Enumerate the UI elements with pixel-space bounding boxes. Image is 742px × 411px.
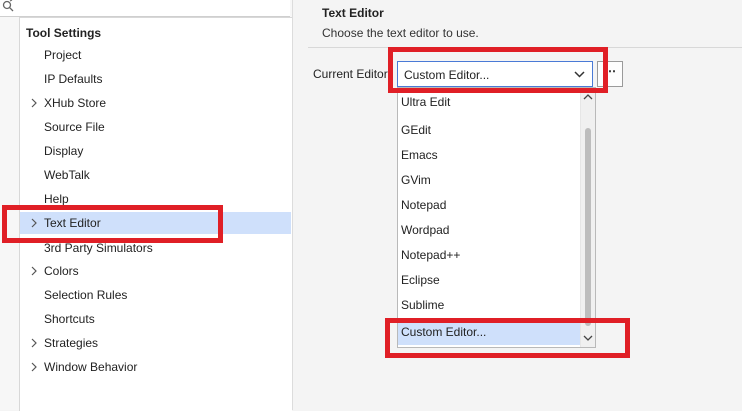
dropdown-option[interactable]: Notepad++ bbox=[398, 243, 581, 268]
tree-item-label: Text Editor bbox=[44, 216, 101, 230]
tree-item-label: Source File bbox=[44, 120, 105, 134]
dropdown-option[interactable]: GVim bbox=[398, 168, 581, 193]
tree-item-label: Project bbox=[44, 48, 82, 62]
tree-item-label: WebTalk bbox=[44, 168, 90, 182]
editor-dropdown-list: Ultra Edit GEdit Emacs GVim Notepad Word… bbox=[397, 87, 596, 348]
chevron-down-icon bbox=[574, 71, 585, 78]
tree-item-label: Help bbox=[44, 192, 69, 206]
tree-item-label: Colors bbox=[44, 264, 79, 278]
scroll-down-icon[interactable] bbox=[583, 333, 593, 343]
tree-item-label: 3rd Party Simulators bbox=[44, 241, 153, 255]
chevron-right-icon[interactable] bbox=[29, 212, 39, 234]
section-title: Text Editor bbox=[322, 6, 384, 20]
chevron-right-icon[interactable] bbox=[29, 356, 39, 378]
chevron-right-icon[interactable] bbox=[29, 92, 39, 114]
browse-button[interactable]: ⋯ bbox=[597, 61, 623, 87]
tree-item-xhub-store[interactable]: XHub Store bbox=[20, 92, 291, 114]
dropdown-option[interactable]: Wordpad bbox=[398, 218, 581, 243]
tree-item-label: XHub Store bbox=[44, 96, 107, 110]
tree-item-label: Shortcuts bbox=[44, 312, 95, 326]
tree-item-help[interactable]: Help bbox=[20, 188, 291, 210]
dropdown-option[interactable]: Ultra Edit bbox=[398, 90, 581, 115]
current-editor-value: Custom Editor... bbox=[404, 68, 490, 82]
tree-item-display[interactable]: Display bbox=[20, 140, 291, 162]
tree-item-source-file[interactable]: Source File bbox=[20, 116, 291, 138]
chevron-right-icon[interactable] bbox=[29, 332, 39, 354]
dropdown-scrollbar[interactable] bbox=[580, 88, 595, 347]
divider bbox=[308, 47, 742, 48]
tree-item-window-behavior[interactable]: Window Behavior bbox=[20, 356, 291, 378]
search-input[interactable] bbox=[0, 0, 290, 17]
current-editor-select[interactable]: Custom Editor... bbox=[397, 61, 593, 87]
scrollbar-thumb[interactable] bbox=[585, 128, 591, 326]
chevron-right-icon[interactable] bbox=[29, 260, 39, 282]
tree-title: Tool Settings bbox=[26, 26, 102, 40]
search-icon bbox=[2, 0, 14, 12]
left-panel: Tool Settings Project IP Defaults XHub S… bbox=[0, 0, 293, 411]
tree-item-label: IP Defaults bbox=[44, 72, 103, 86]
tree-item-label: Window Behavior bbox=[44, 360, 138, 374]
dropdown-option[interactable]: GEdit bbox=[398, 118, 581, 143]
tree-item-label: Selection Rules bbox=[44, 288, 128, 302]
tree-item-label: Strategies bbox=[44, 336, 99, 350]
dropdown-option-selected[interactable]: Custom Editor... bbox=[398, 320, 581, 345]
tree-item-shortcuts[interactable]: Shortcuts bbox=[20, 308, 291, 330]
scroll-up-icon[interactable] bbox=[583, 92, 593, 102]
tree-item-ip-defaults[interactable]: IP Defaults bbox=[20, 68, 291, 90]
dropdown-option[interactable]: Notepad bbox=[398, 193, 581, 218]
dropdown-option[interactable]: Sublime bbox=[398, 293, 581, 318]
tree-item-colors[interactable]: Colors bbox=[20, 260, 291, 282]
tree-item-selection-rules[interactable]: Selection Rules bbox=[20, 284, 291, 306]
tree-item-strategies[interactable]: Strategies bbox=[20, 332, 291, 354]
tree-item-text-editor[interactable]: Text Editor bbox=[20, 212, 291, 234]
tree-item-webtalk[interactable]: WebTalk bbox=[20, 164, 291, 186]
tree-item-label: Display bbox=[44, 144, 84, 158]
tree-item-3rd-party-simulators[interactable]: 3rd Party Simulators bbox=[20, 237, 291, 259]
current-editor-label: Current Editor: bbox=[313, 67, 392, 81]
dropdown-option[interactable]: Emacs bbox=[398, 143, 581, 168]
tree-item-project[interactable]: Project bbox=[20, 44, 291, 66]
dropdown-option[interactable]: Eclipse bbox=[398, 268, 581, 293]
section-description: Choose the text editor to use. bbox=[322, 26, 479, 40]
